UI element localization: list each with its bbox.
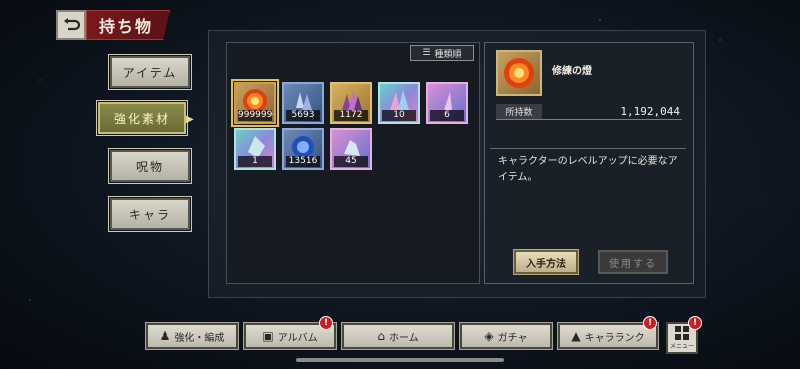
- tab-items[interactable]: アイテム: [108, 54, 192, 90]
- owned-count-row: 所持数 1,192,044: [496, 104, 682, 120]
- owned-label: 所持数: [496, 104, 542, 119]
- tab-enhancement-materials[interactable]: 強化素材: [96, 100, 188, 136]
- item-slot[interactable]: 10: [378, 82, 420, 124]
- grid-icon: [675, 326, 689, 340]
- home-indicator: [296, 358, 504, 362]
- sort-button[interactable]: ☰ 種類順: [410, 45, 474, 61]
- tab-cursed-objects[interactable]: 呪物: [108, 148, 192, 184]
- sort-icon: ☰: [422, 48, 431, 58]
- sort-button-label: 種類順: [434, 49, 462, 60]
- selected-item-icon: [496, 50, 542, 96]
- rank-icon: ▲: [571, 329, 581, 343]
- item-slot[interactable]: 999999+: [231, 79, 279, 127]
- item-slot[interactable]: 5693: [282, 82, 324, 124]
- home-icon: ⌂: [377, 329, 385, 343]
- item-quantity: 10: [382, 110, 416, 121]
- item-slot[interactable]: 1172: [330, 82, 372, 124]
- tab-characters[interactable]: キャラ: [108, 196, 192, 232]
- nav-label: 強化・編成: [174, 332, 225, 344]
- item-quantity: 5693: [286, 110, 320, 121]
- item-slot[interactable]: 6: [426, 82, 468, 124]
- nav-enhance-formation[interactable]: ♟ 強化・編成: [145, 322, 239, 350]
- item-quantity: 1: [238, 156, 272, 167]
- item-quantity: 13516: [286, 156, 320, 167]
- fire-orb-icon: [504, 58, 534, 88]
- acquisition-method-button[interactable]: 入手方法: [513, 249, 579, 275]
- notification-badge: !: [643, 316, 657, 330]
- divider: [490, 148, 686, 149]
- owned-value: 1,192,044: [620, 105, 680, 118]
- party-icon: ♟: [159, 329, 171, 343]
- album-icon: ▣: [262, 329, 274, 343]
- nav-label: キャラランク: [584, 332, 645, 344]
- menu-label: メニュー: [669, 343, 694, 350]
- nav-label: アルバム: [277, 332, 318, 344]
- item-quantity: 6: [430, 110, 464, 121]
- gacha-icon: ◈: [484, 329, 494, 343]
- nav-label: ガチャ: [497, 332, 528, 344]
- use-button[interactable]: 使用する: [598, 250, 668, 274]
- page-title: 持ち物: [86, 10, 170, 40]
- active-tab-arrow-icon: ▶: [186, 114, 194, 125]
- nav-gacha[interactable]: ◈ ガチャ: [459, 322, 553, 350]
- item-slot[interactable]: 45: [330, 128, 372, 170]
- item-quantity: 45: [334, 156, 368, 167]
- selected-item-name: 修練の燈: [552, 66, 592, 77]
- item-quantity: 1172: [334, 110, 368, 121]
- notification-badge: !: [319, 316, 333, 330]
- item-quantity: 999999+: [238, 110, 276, 121]
- nav-label: ホーム: [388, 332, 419, 344]
- back-button[interactable]: [56, 10, 86, 40]
- item-description: キャラクターのレベルアップに必要なアイテム。: [498, 156, 678, 183]
- nav-home[interactable]: ⌂ ホーム: [341, 322, 455, 350]
- nav-character-rank[interactable]: ▲ キャラランク: [557, 322, 659, 350]
- item-slot[interactable]: 13516: [282, 128, 324, 170]
- notification-badge: !: [688, 316, 702, 330]
- return-arrow-icon: [64, 18, 80, 31]
- item-slot[interactable]: 1: [234, 128, 276, 170]
